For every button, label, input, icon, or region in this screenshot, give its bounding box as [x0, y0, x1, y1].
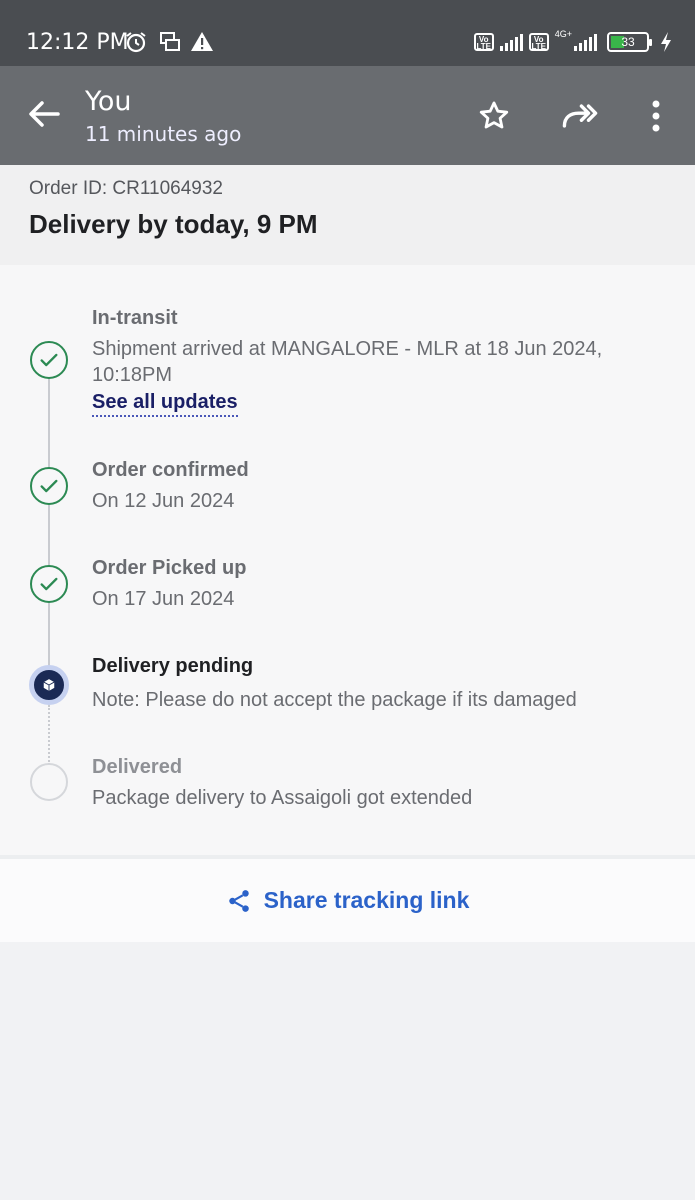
check-circle-icon — [30, 341, 68, 379]
check-circle-icon — [30, 467, 68, 505]
volte-icon: Vo LTE — [473, 33, 494, 51]
step-title: Delivery pending — [92, 655, 254, 677]
forward-button[interactable] — [560, 96, 600, 136]
warning-icon — [191, 32, 213, 51]
volte-icon-2: Vo LTE — [528, 33, 549, 51]
step-description: On 12 Jun 2024 — [92, 490, 235, 512]
page-title: You — [85, 86, 132, 117]
step-description: On 17 Jun 2024 — [92, 588, 235, 610]
message-icon — [160, 32, 180, 51]
step-title: In-transit — [92, 307, 178, 329]
network-type: 4G+ — [554, 29, 572, 39]
step-title: Order Picked up — [92, 557, 247, 579]
step-title: Delivered — [92, 756, 183, 778]
empty-circle-icon — [30, 763, 68, 801]
step-title: Order confirmed — [92, 459, 249, 481]
back-button[interactable] — [22, 90, 66, 134]
tracking-timeline: In-transit Shipment arrived at MANGALORE… — [0, 265, 695, 855]
signal-icon — [499, 33, 523, 51]
page-subtitle: 11 minutes ago — [85, 122, 242, 146]
star-icon — [479, 101, 509, 129]
step-description: Package delivery to Assaigoli got extend… — [92, 787, 473, 809]
timeline-connector — [48, 375, 50, 467]
more-button[interactable] — [636, 96, 676, 136]
status-bar: 12:12 PM Vo LTE Vo LTE 4G+ 33 — [0, 0, 695, 66]
share-tracking-label: Share tracking link — [263, 887, 470, 913]
status-time: 12:12 PM — [26, 30, 129, 55]
timeline-connector — [48, 505, 50, 565]
forward-icon — [562, 104, 598, 128]
star-button[interactable] — [474, 96, 514, 136]
check-circle-icon — [30, 565, 68, 603]
app-bar: You 11 minutes ago — [0, 66, 695, 165]
timeline-connector — [48, 603, 50, 667]
delivery-estimate: Delivery by today, 9 PM — [29, 209, 318, 239]
timeline-connector-dotted — [48, 705, 50, 765]
share-icon — [228, 889, 249, 912]
step-description: Shipment arrived at MANGALORE - MLR at 1… — [92, 338, 603, 386]
status-indicators: Vo LTE Vo LTE 4G+ 33 — [473, 28, 673, 56]
battery-level: 33 — [621, 35, 635, 49]
package-icon — [29, 665, 69, 705]
alarm-icon — [126, 32, 146, 53]
more-vert-icon — [652, 100, 660, 132]
see-all-updates-link[interactable]: See all updates — [92, 391, 238, 417]
battery-icon: 33 — [607, 32, 652, 52]
order-id: Order ID: CR11064932 — [29, 178, 223, 199]
order-summary: Order ID: CR11064932 Delivery by today, … — [0, 165, 695, 265]
arrow-back-icon — [29, 101, 60, 127]
signal-icon-2 — [574, 33, 597, 51]
step-description: Note: Please do not accept the package i… — [92, 689, 577, 711]
charging-icon — [661, 32, 671, 52]
share-tracking-button[interactable]: Share tracking link — [0, 859, 695, 942]
